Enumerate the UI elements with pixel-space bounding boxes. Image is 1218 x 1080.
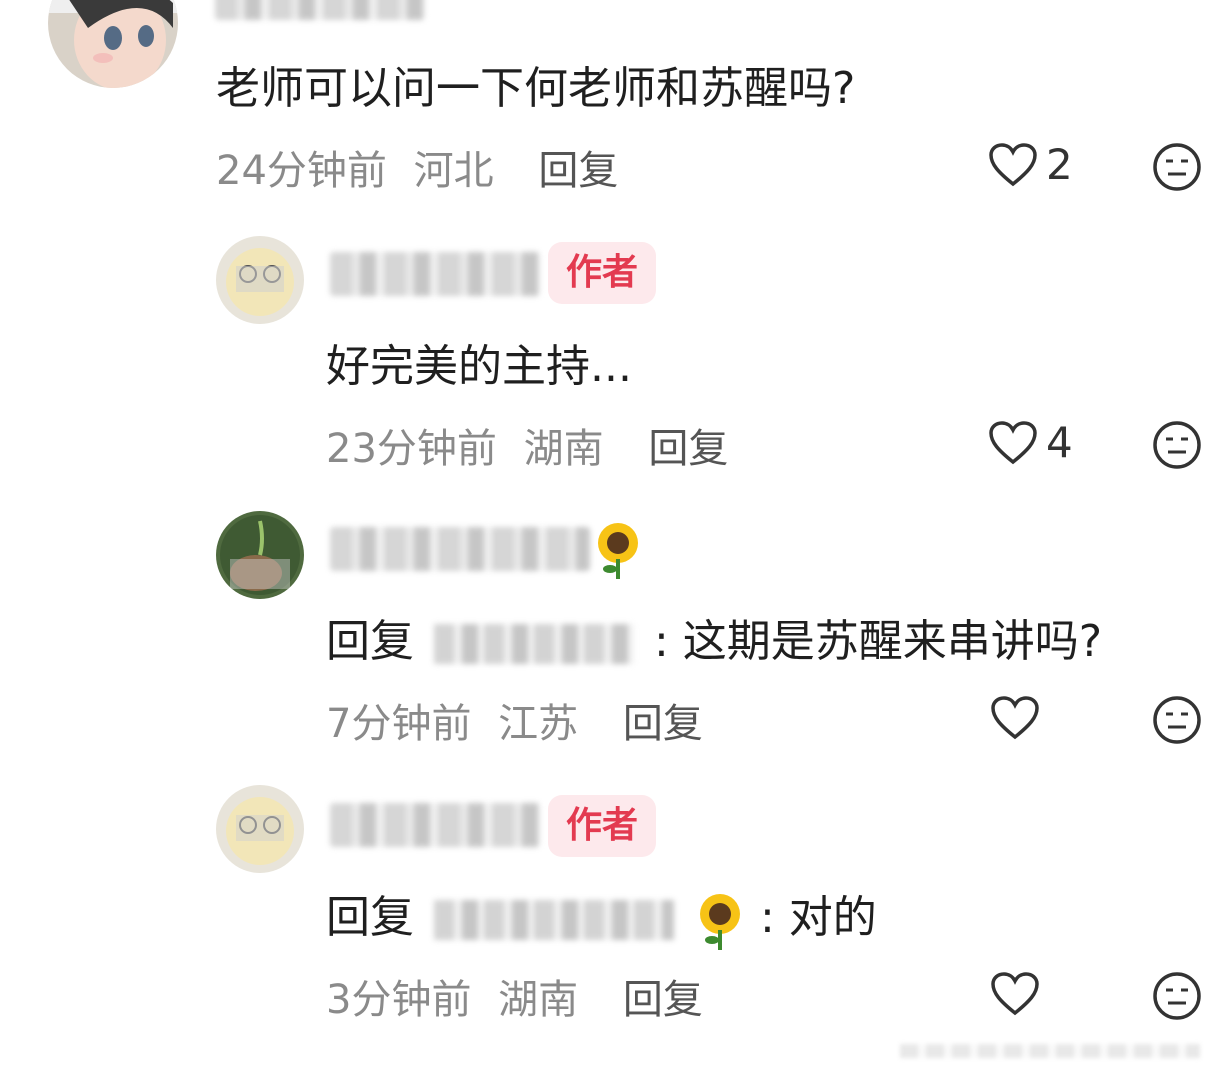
reply-text: : 对的 — [760, 892, 877, 943]
comment-location: 河北 — [413, 148, 494, 194]
reply-button[interactable]: 回复 — [648, 426, 728, 472]
comment-time: 3分钟前 — [326, 977, 472, 1023]
comment-item: 老师可以问一下何老师和苏醒吗? 24分钟前 河北 回复 2 — [0, 0, 1218, 220]
mentioned-user-blurred[interactable] — [434, 624, 634, 664]
comment-time: 23分钟前 — [326, 426, 497, 472]
comment-text: 好完美的主持... — [326, 341, 632, 392]
meh-face-icon[interactable] — [1152, 142, 1202, 192]
comment-location: 湖南 — [498, 977, 579, 1023]
heart-outline-icon — [989, 420, 1037, 464]
reply-button[interactable]: 回复 — [623, 701, 703, 747]
comment-time: 24分钟前 — [216, 148, 387, 194]
comment-text: 回复 : 这期是苏醒来串讲吗? — [326, 605, 1102, 669]
heart-outline-icon — [989, 142, 1037, 186]
sunflower-emoji — [700, 894, 740, 950]
comment-location: 湖南 — [523, 426, 604, 472]
avatar[interactable] — [216, 785, 304, 873]
meh-face-icon[interactable] — [1152, 420, 1202, 470]
watermark-blurred — [900, 1044, 1200, 1058]
author-tag: 作者 — [548, 242, 657, 304]
reply-item: 作者 回复 : 对的 3分钟前 湖南 回复 — [0, 785, 1218, 1055]
comment-location: 江苏 — [498, 701, 579, 747]
like-button[interactable] — [990, 971, 1040, 1017]
reply-text: : 这期是苏醒来串讲吗? — [654, 616, 1103, 667]
username-blurred — [330, 527, 590, 571]
meh-face-icon[interactable] — [1152, 695, 1202, 745]
avatar[interactable] — [48, 0, 178, 88]
heart-outline-icon — [991, 972, 1039, 1016]
username-blurred — [330, 803, 540, 847]
comment-text: 回复 : 对的 — [326, 881, 877, 950]
like-count: 4 — [1046, 418, 1073, 467]
reply-prefix: 回复 — [326, 892, 414, 943]
reply-item: 回复 : 这期是苏醒来串讲吗? 7分钟前 江苏 回复 — [0, 505, 1218, 770]
avatar[interactable] — [216, 511, 304, 599]
comment-meta: 24分钟前 河北 回复 — [216, 138, 618, 196]
username-blurred — [215, 0, 425, 20]
sunflower-emoji — [598, 523, 638, 579]
comment-meta: 7分钟前 江苏 回复 — [326, 691, 703, 749]
like-button[interactable] — [990, 695, 1040, 741]
reply-item: 作者 好完美的主持... 23分钟前 湖南 回复 4 — [0, 230, 1218, 490]
comment-meta: 23分钟前 湖南 回复 — [326, 416, 728, 474]
mentioned-user-blurred[interactable] — [434, 900, 674, 940]
like-button[interactable]: 2 — [988, 140, 1073, 189]
heart-outline-icon — [991, 696, 1039, 740]
author-tag: 作者 — [548, 795, 657, 857]
meh-face-icon[interactable] — [1152, 971, 1202, 1021]
avatar[interactable] — [216, 236, 304, 324]
reply-prefix: 回复 — [326, 616, 414, 667]
reply-button[interactable]: 回复 — [623, 977, 703, 1023]
reply-button[interactable]: 回复 — [538, 148, 618, 194]
username-blurred — [330, 252, 540, 296]
comment-time: 7分钟前 — [326, 701, 472, 747]
like-count: 2 — [1046, 140, 1073, 189]
like-button[interactable]: 4 — [988, 418, 1073, 467]
comment-text: 老师可以问一下何老师和苏醒吗? — [216, 63, 856, 114]
comment-meta: 3分钟前 湖南 回复 — [326, 967, 703, 1025]
